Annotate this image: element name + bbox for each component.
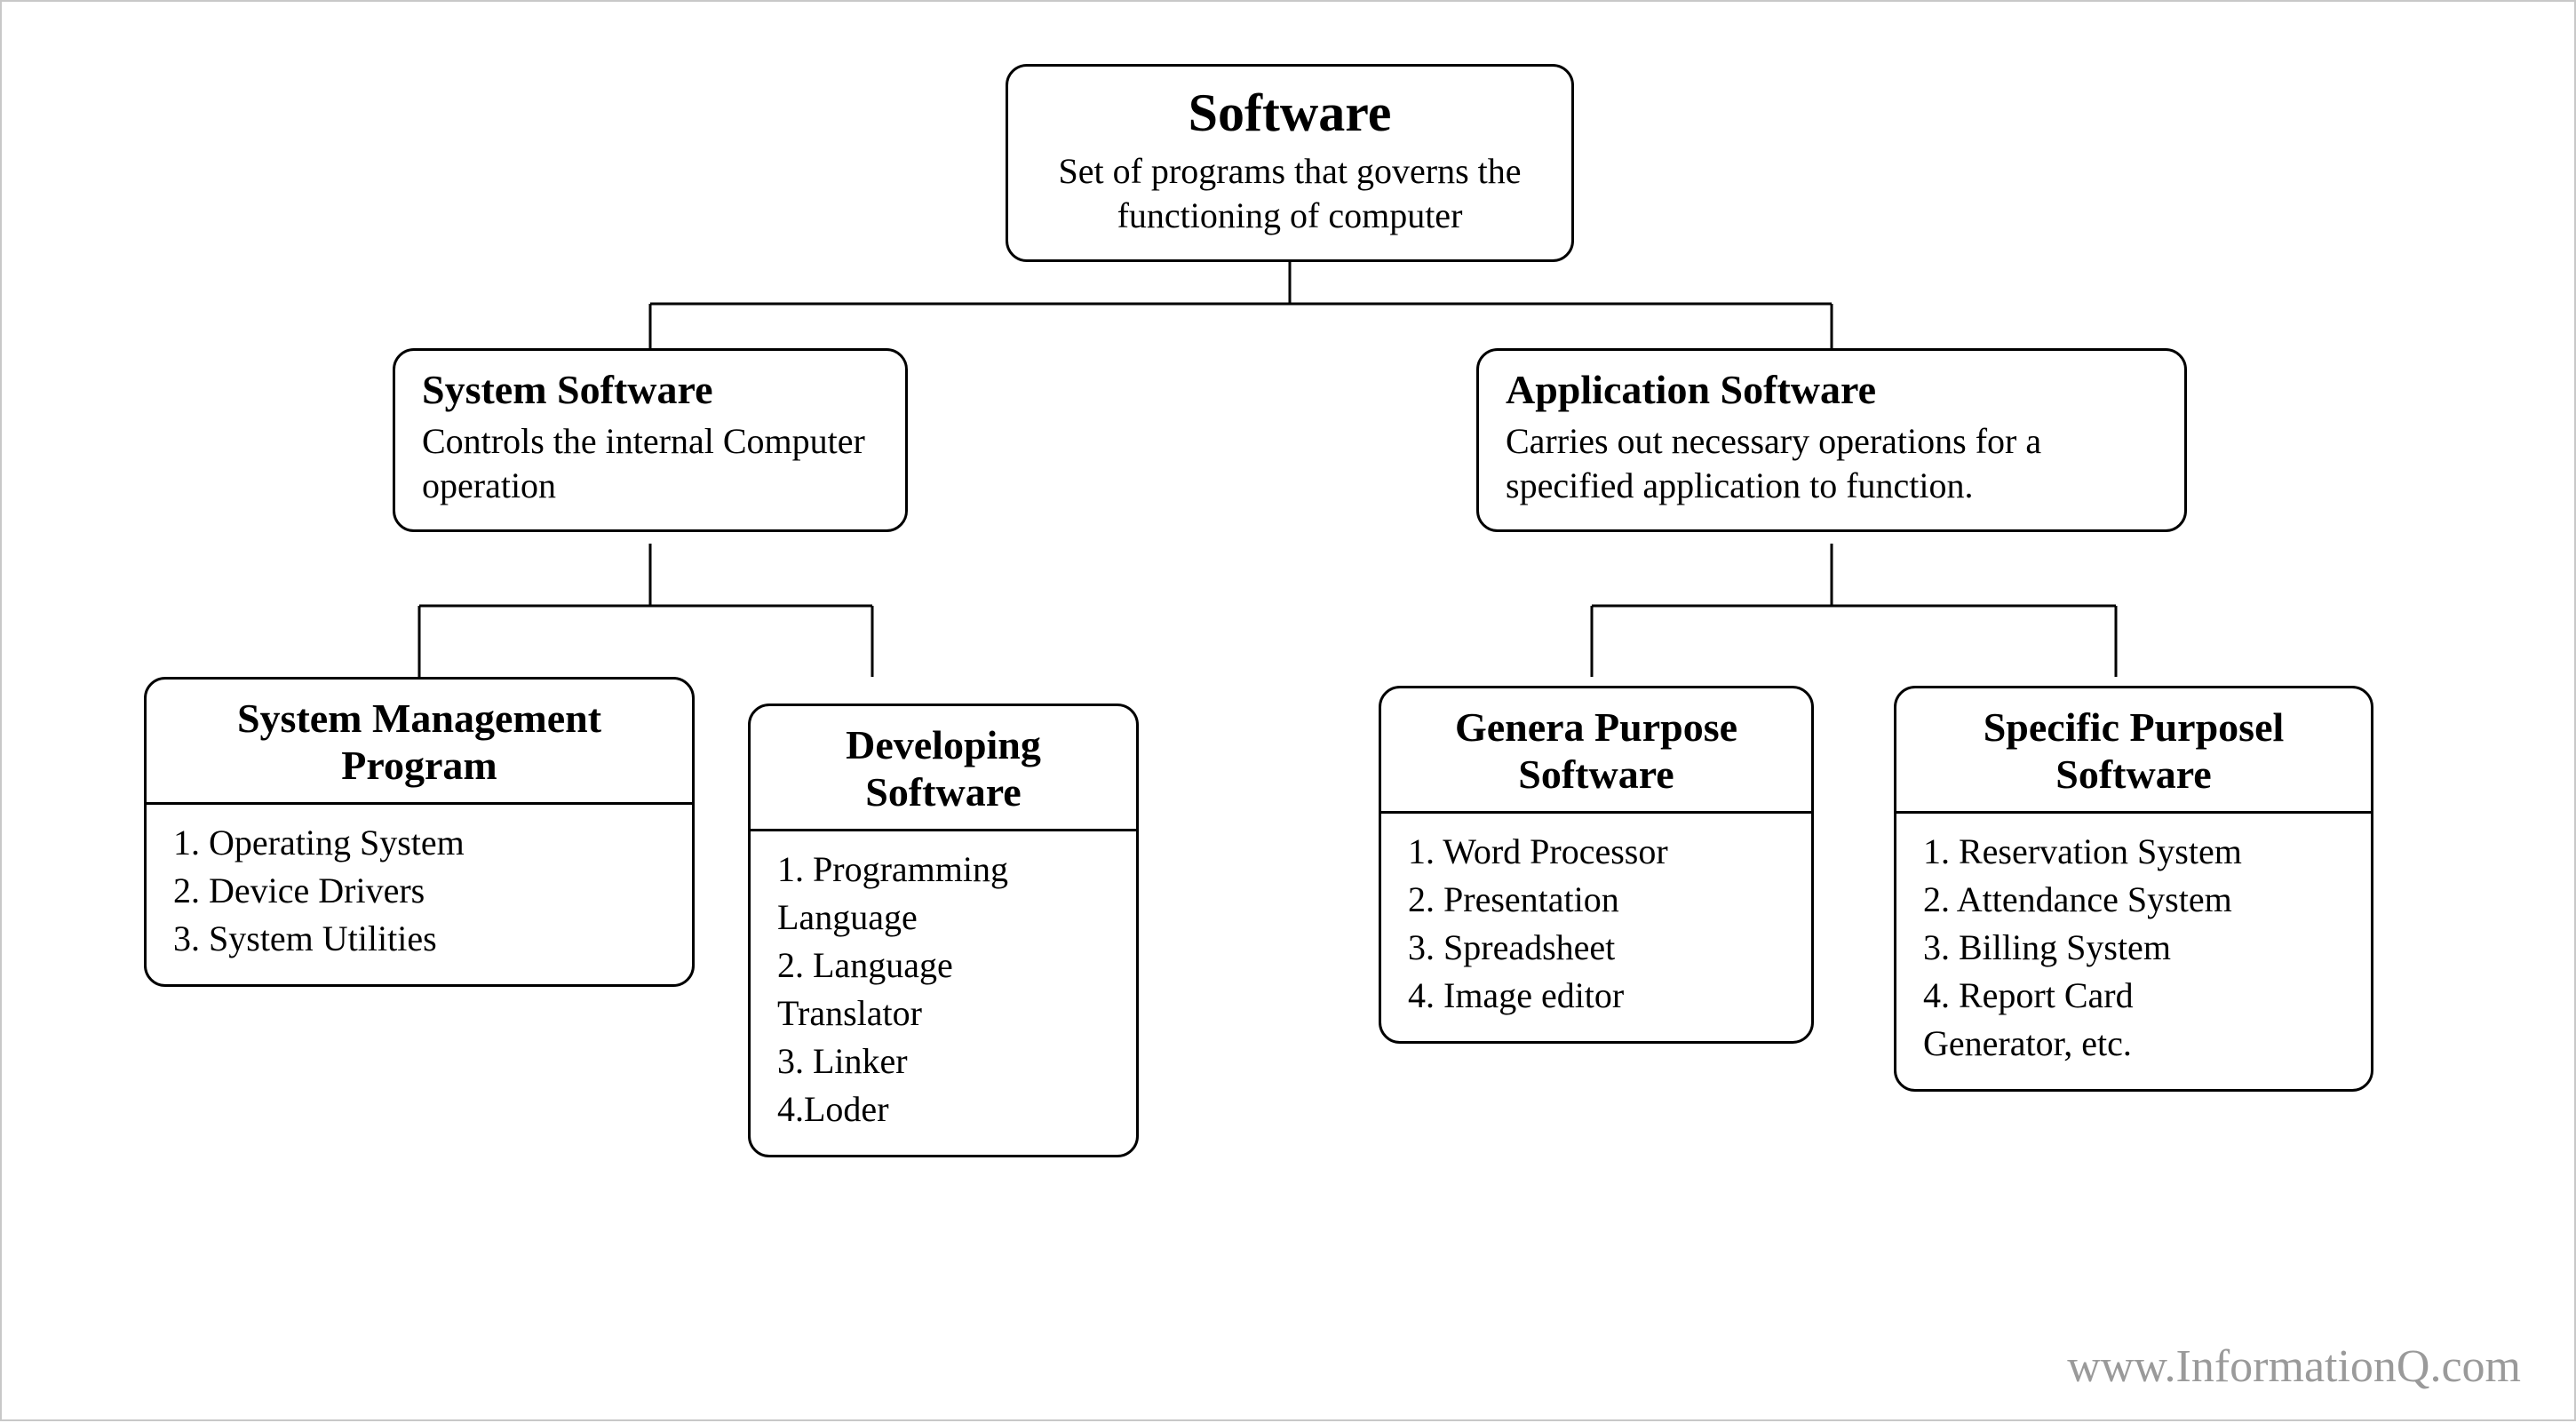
node-application-software-title: Application Software xyxy=(1506,367,2158,414)
node-software: Software Set of programs that governs th… xyxy=(1006,64,1574,262)
node-software-title: Software xyxy=(1035,83,1545,144)
node-specific-purpose: Specific Purposel Software 1. Reservatio… xyxy=(1894,686,2373,1092)
node-system-software: System Software Controls the internal Co… xyxy=(393,348,908,532)
node-developing-software-items: 1. Programming Language 2. Language Tran… xyxy=(777,846,1109,1133)
node-general-purpose: Genera Purpose Software 1. Word Processo… xyxy=(1379,686,1814,1044)
node-developing-software: Developing Software 1. Programming Langu… xyxy=(748,704,1139,1157)
divider xyxy=(751,829,1136,831)
node-specific-purpose-items: 1. Reservation System 2. Attendance Syst… xyxy=(1923,828,2344,1068)
node-general-purpose-items: 1. Word Processor 2. Presentation 3. Spr… xyxy=(1408,828,1785,1020)
node-specific-purpose-title: Specific Purposel Software xyxy=(1923,704,2344,799)
node-system-management: System Management Program 1. Operating S… xyxy=(144,677,695,987)
node-system-management-items: 1. Operating System 2. Device Drivers 3.… xyxy=(173,819,665,963)
divider xyxy=(1381,811,1811,814)
divider xyxy=(1896,811,2371,814)
node-software-subtitle: Set of programs that governs the functio… xyxy=(1035,149,1545,238)
node-application-software: Application Software Carries out necessa… xyxy=(1476,348,2187,532)
node-general-purpose-title: Genera Purpose Software xyxy=(1408,704,1785,799)
node-developing-software-title: Developing Software xyxy=(777,722,1109,816)
node-application-software-subtitle: Carries out necessary operations for a s… xyxy=(1506,419,2158,508)
diagram-frame: Software Set of programs that governs th… xyxy=(0,0,2576,1421)
watermark: www.InformationQ.com xyxy=(2067,1340,2521,1393)
node-system-software-title: System Software xyxy=(422,367,879,414)
node-system-software-subtitle: Controls the internal Computer operation xyxy=(422,419,879,508)
node-system-management-title: System Management Program xyxy=(173,696,665,790)
divider xyxy=(147,802,692,805)
